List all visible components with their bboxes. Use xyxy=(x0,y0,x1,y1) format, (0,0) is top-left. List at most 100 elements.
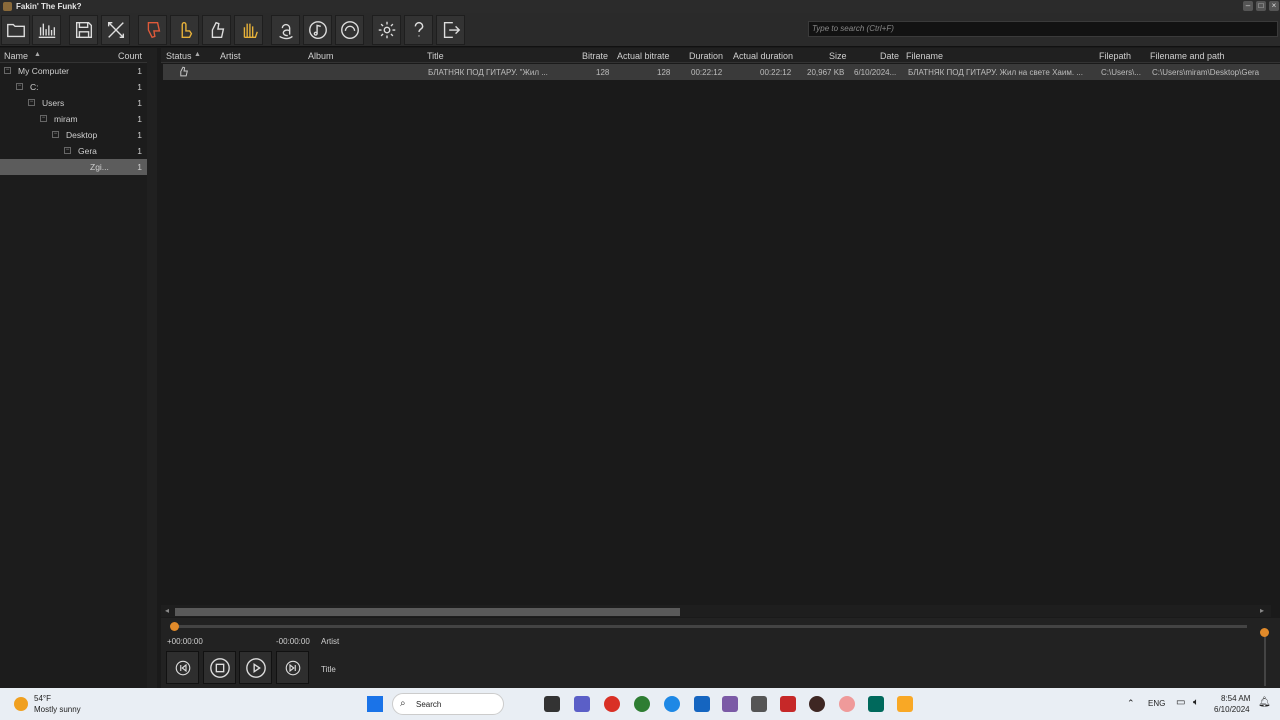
col-title[interactable]: Title xyxy=(427,51,444,61)
tree-item[interactable]: − Desktop 1 xyxy=(0,127,147,143)
settings-button[interactable] xyxy=(372,15,401,45)
cell-actual-bitrate: 128 xyxy=(657,68,671,77)
task-view-icon[interactable] xyxy=(544,696,560,712)
window-title: Fakin' The Funk? xyxy=(16,2,82,11)
app-icon-green[interactable] xyxy=(634,696,650,712)
table-row[interactable]: БЛАТНЯК ПОД ГИТАРУ. "Жил ... 128 128 00:… xyxy=(163,64,1280,80)
weather-icon xyxy=(14,697,28,711)
discogs-button[interactable] xyxy=(335,15,364,45)
tree-scrollbar[interactable] xyxy=(147,48,157,688)
col-album[interactable]: Album xyxy=(308,51,334,61)
mark-fake-button[interactable] xyxy=(138,15,167,45)
search-input[interactable]: Type to search (Ctrl+F) xyxy=(808,21,1278,37)
tree-header-name[interactable]: Name xyxy=(4,51,28,61)
app-icon-purple[interactable] xyxy=(722,696,738,712)
help-icon xyxy=(414,21,423,37)
language-indicator[interactable]: ENG xyxy=(1148,699,1165,708)
tree-item[interactable]: − C: 1 xyxy=(0,79,147,95)
amazon-button[interactable] xyxy=(271,15,300,45)
tree-item-selected[interactable]: Zgi... 1 xyxy=(0,159,147,175)
thumbs-down-icon xyxy=(147,21,160,39)
collapse-icon[interactable]: − xyxy=(16,83,23,90)
col-date[interactable]: Date xyxy=(880,51,899,61)
progress-handle[interactable] xyxy=(170,622,179,631)
chevron-up-icon[interactable]: ⌃ xyxy=(1127,698,1135,709)
filezilla-icon[interactable] xyxy=(780,696,796,712)
edge-icon[interactable] xyxy=(664,696,680,712)
collapse-icon[interactable]: − xyxy=(4,67,11,74)
music-search-button[interactable] xyxy=(303,15,332,45)
app-icon-headphones[interactable] xyxy=(839,696,855,712)
stop-icon xyxy=(209,657,230,678)
volume-icon[interactable]: 🔈︎ xyxy=(1193,697,1199,708)
file-explorer-icon[interactable] xyxy=(897,696,913,712)
app-icon xyxy=(3,2,12,11)
analyze-chart-icon xyxy=(38,23,55,39)
tree-item[interactable]: − Users 1 xyxy=(0,95,147,111)
teams-icon[interactable] xyxy=(574,696,590,712)
collapse-icon[interactable]: − xyxy=(28,99,35,106)
weather-temp[interactable]: 54°F xyxy=(34,694,51,703)
col-actual-duration[interactable]: Actual duration xyxy=(733,51,793,61)
tree-item-label: Gera xyxy=(78,146,97,156)
play-button[interactable] xyxy=(239,651,272,684)
volume-track[interactable] xyxy=(1264,636,1266,686)
col-filename[interactable]: Filename xyxy=(906,51,943,61)
mark-unknown-button[interactable] xyxy=(234,15,263,45)
tree-item-label: Zgi... xyxy=(90,162,109,172)
collapse-icon[interactable]: − xyxy=(52,131,59,138)
network-icon[interactable]: ▭ xyxy=(1176,697,1185,708)
stop-button[interactable] xyxy=(203,651,236,684)
start-icon[interactable] xyxy=(367,696,383,712)
col-duration[interactable]: Duration xyxy=(689,51,723,61)
clock-time[interactable]: 8:54 AM xyxy=(1221,694,1250,703)
play-icon xyxy=(245,657,266,678)
open-folder-button[interactable] xyxy=(1,15,30,45)
progress-track[interactable] xyxy=(174,625,1247,628)
hand-point-icon xyxy=(181,22,192,39)
cell-filename-path: C:\Users\miram\Desktop\Gera xyxy=(1152,68,1260,77)
col-bitrate[interactable]: Bitrate xyxy=(582,51,608,61)
help-button[interactable] xyxy=(404,15,433,45)
collapse-icon[interactable]: − xyxy=(40,115,47,122)
tree-item[interactable]: − Gera 1 xyxy=(0,143,147,159)
col-size[interactable]: Size xyxy=(829,51,847,61)
collapse-icon[interactable]: − xyxy=(64,147,71,154)
chrome-icon[interactable] xyxy=(604,696,620,712)
mark-suspicious-button[interactable] xyxy=(170,15,199,45)
minimize-button[interactable]: – xyxy=(1243,1,1253,11)
volume-handle[interactable] xyxy=(1260,628,1269,637)
taskbar-search[interactable]: ⌕ Search xyxy=(392,693,504,715)
next-button[interactable] xyxy=(276,651,309,684)
cell-size: 20,967 KB xyxy=(807,68,845,77)
tree-item[interactable]: − miram 1 xyxy=(0,111,147,127)
tree-item[interactable]: − My Computer 1 xyxy=(0,63,147,79)
clear-button[interactable] xyxy=(101,15,130,45)
maximize-button[interactable]: □ xyxy=(1256,1,1266,11)
col-filepath[interactable]: Filepath xyxy=(1099,51,1131,61)
col-artist[interactable]: Artist xyxy=(220,51,241,61)
notepad-icon[interactable] xyxy=(694,696,710,712)
title-label: Title xyxy=(321,665,336,674)
scroll-left-icon[interactable]: ◂ xyxy=(165,606,169,615)
clock-date[interactable]: 6/10/2024 xyxy=(1214,705,1250,714)
analyze-button[interactable] xyxy=(32,15,61,45)
col-status[interactable]: Status xyxy=(166,51,192,61)
close-button[interactable]: × xyxy=(1269,1,1279,11)
sort-asc-icon: ▲ xyxy=(34,51,41,58)
previous-button[interactable] xyxy=(166,651,199,684)
audition-icon[interactable] xyxy=(868,696,884,712)
notification-icon[interactable]: 🔔︎ xyxy=(1258,697,1271,708)
app-icon-grid[interactable] xyxy=(751,696,767,712)
spotify-like-icon xyxy=(340,21,359,39)
scrollbar-thumb[interactable] xyxy=(175,608,680,616)
scroll-right-icon[interactable]: ▸ xyxy=(1260,606,1264,615)
col-filename-path[interactable]: Filename and path xyxy=(1150,51,1225,61)
mark-ok-button[interactable] xyxy=(202,15,231,45)
weather-desc[interactable]: Mostly sunny xyxy=(34,705,81,714)
exit-button[interactable] xyxy=(436,15,465,45)
col-actual-bitrate[interactable]: Actual bitrate xyxy=(617,51,670,61)
fakin-the-funk-icon[interactable] xyxy=(809,696,825,712)
save-button[interactable] xyxy=(69,15,98,45)
tree-header-count[interactable]: Count xyxy=(118,51,142,61)
